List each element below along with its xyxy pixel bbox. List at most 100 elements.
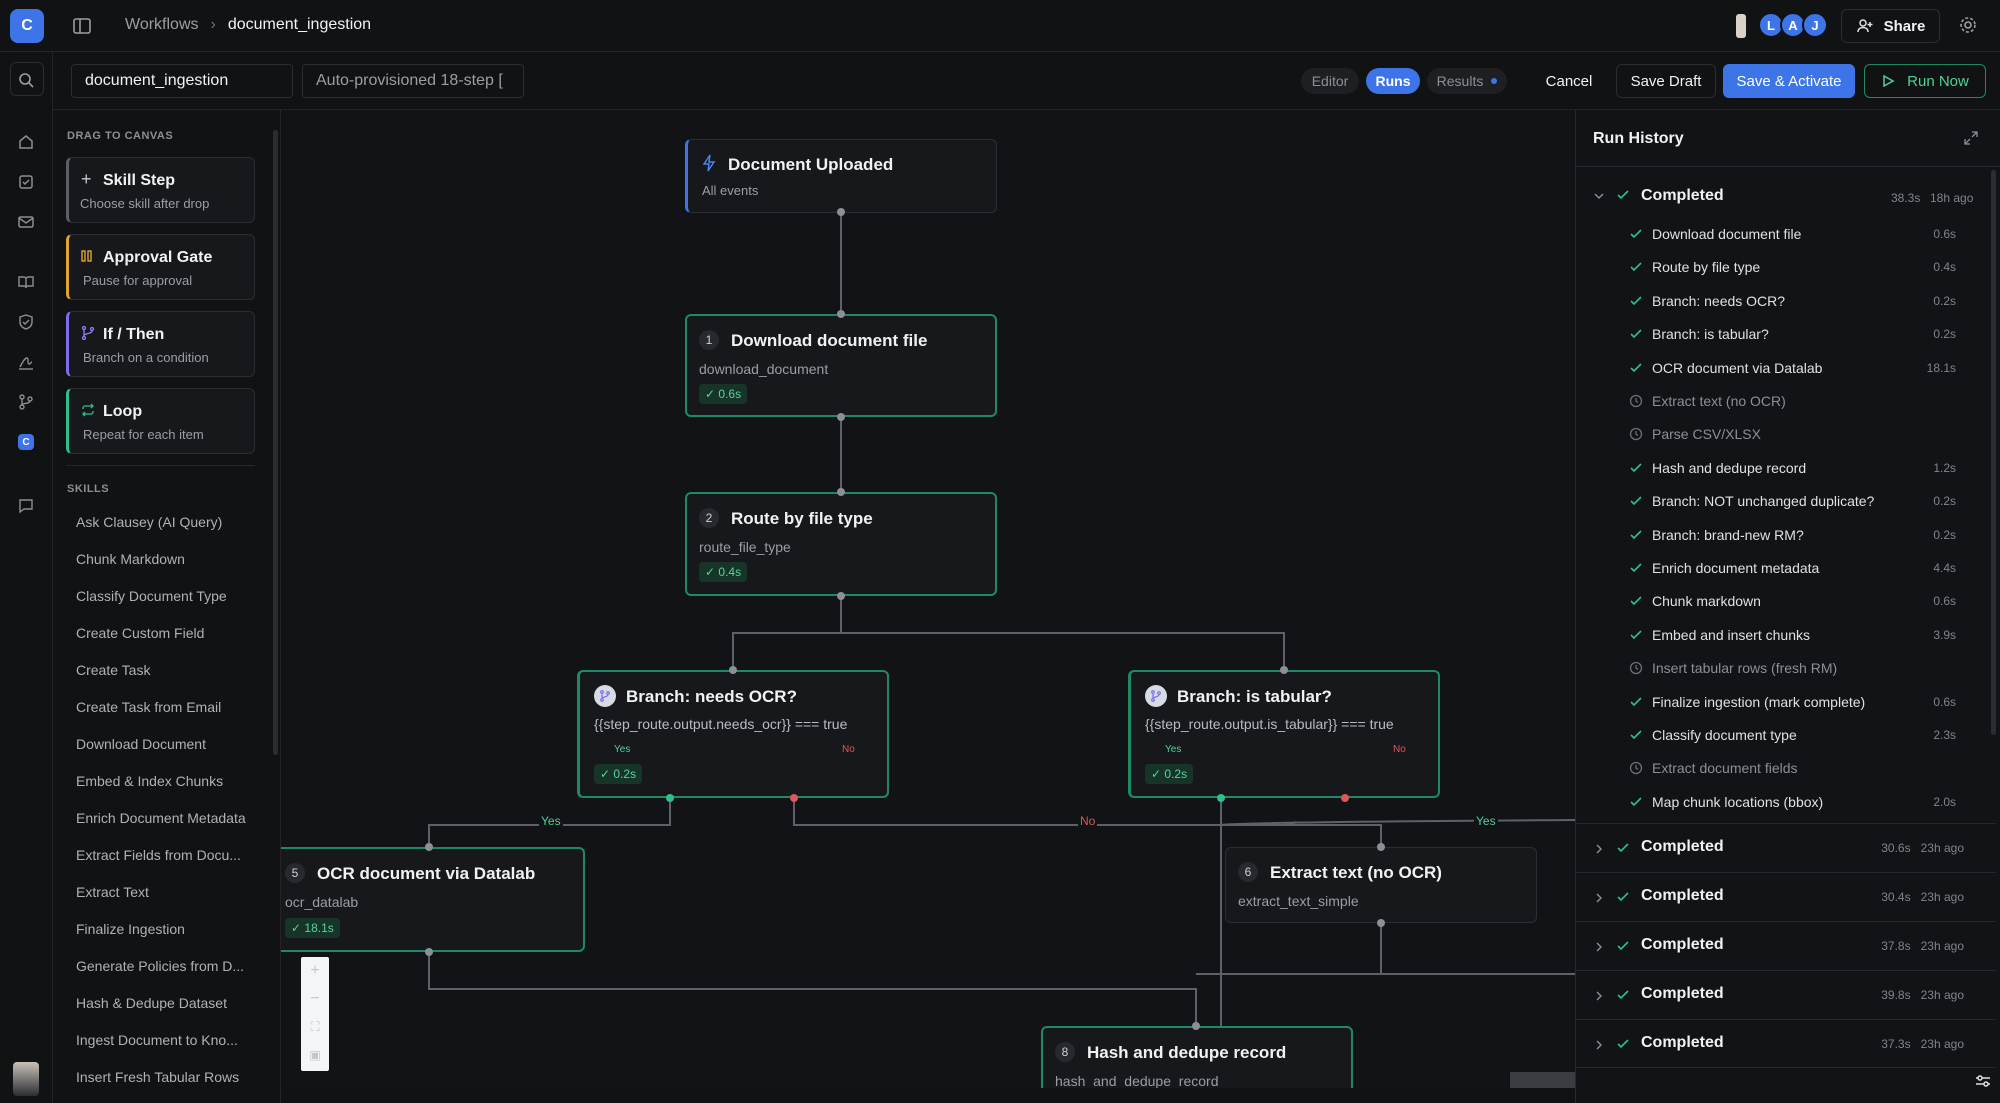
- breadcrumb-current: document_ingestion: [227, 16, 372, 33]
- mail-icon[interactable]: [14, 210, 38, 234]
- palette-if-then[interactable]: If / Then Branch on a condition: [66, 311, 255, 377]
- tasks-icon[interactable]: [14, 170, 38, 194]
- run-step-row[interactable]: Classify document type 2.3s: [1576, 719, 1996, 752]
- tab-runs[interactable]: Runs: [1366, 68, 1420, 94]
- fit-view-icon[interactable]: ⛶: [301, 1013, 329, 1041]
- workflow-description-input[interactable]: [302, 64, 524, 98]
- avatar[interactable]: J: [1802, 12, 1828, 38]
- filter-icon[interactable]: [1972, 1070, 1994, 1092]
- rail-search-box: [10, 62, 44, 96]
- skill-item[interactable]: Ingest Document to Kno...: [76, 1032, 238, 1048]
- port: [1192, 1022, 1200, 1030]
- run-step-row[interactable]: Branch: is tabular? 0.2s: [1576, 318, 1996, 351]
- skill-item[interactable]: Create Task from Email: [76, 699, 221, 715]
- check-icon: [1630, 697, 1642, 706]
- skill-item[interactable]: Generate Policies from D...: [76, 958, 244, 974]
- run-step-row[interactable]: Branch: brand-new RM? 0.2s: [1576, 519, 1996, 552]
- breadcrumb-root[interactable]: Workflows: [125, 16, 199, 34]
- run-step-row[interactable]: Enrich document metadata 4.4s: [1576, 552, 1996, 585]
- palette-skill-step[interactable]: + Skill Step Choose skill after drop: [66, 157, 255, 223]
- shield-icon[interactable]: [14, 310, 38, 334]
- port-yes: [666, 794, 674, 802]
- run-row[interactable]: Completed 37.3s 23h ago: [1576, 1019, 1996, 1068]
- run-step-row[interactable]: Route by file type 0.4s: [1576, 251, 1996, 284]
- cancel-button[interactable]: Cancel: [1533, 64, 1605, 98]
- tab-editor[interactable]: Editor: [1301, 68, 1359, 94]
- run-step-row[interactable]: OCR document via Datalab 18.1s: [1576, 352, 1996, 385]
- run-step-label: Extract text (no OCR): [1652, 393, 1786, 409]
- skill-item[interactable]: Classify Document Type: [76, 588, 227, 604]
- run-row[interactable]: Completed 30.4s 23h ago: [1576, 872, 1996, 921]
- run-row[interactable]: Completed 37.8s 23h ago: [1576, 921, 1996, 970]
- run-step-row[interactable]: Branch: NOT unchanged duplicate? 0.2s: [1576, 485, 1996, 518]
- skill-item[interactable]: Ask Clausey (AI Query): [76, 514, 222, 530]
- port: [425, 948, 433, 956]
- share-button[interactable]: Share: [1841, 9, 1940, 43]
- lock-icon[interactable]: ▣: [301, 1041, 329, 1069]
- run-row[interactable]: Completed 39.8s 23h ago: [1576, 970, 1996, 1019]
- run-step-row[interactable]: Download document file 0.6s: [1576, 218, 1996, 251]
- workflow-icon[interactable]: [14, 390, 38, 414]
- run-step-label: Embed and insert chunks: [1652, 626, 1810, 643]
- run-step-row[interactable]: Insert tabular rows (fresh RM): [1576, 652, 1996, 685]
- gear-icon[interactable]: [1958, 15, 1978, 35]
- run-ago: 23h ago: [1920, 841, 1964, 855]
- expand-icon[interactable]: [1963, 130, 1979, 146]
- palette-approval-gate[interactable]: Approval Gate Pause for approval: [66, 234, 255, 300]
- save-activate-label: Save & Activate: [1736, 72, 1842, 90]
- palette-scrollbar[interactable]: [273, 130, 278, 755]
- user-avatar-photo[interactable]: [13, 1062, 39, 1096]
- run-step-row[interactable]: Finalize ingestion (mark complete) 0.6s: [1576, 686, 1996, 719]
- workflow-canvas[interactable]: Yes No Yes Document Uploaded All events …: [281, 110, 1575, 1088]
- run-step-row[interactable]: Extract text (no OCR): [1576, 385, 1996, 418]
- zoom-out-icon[interactable]: −: [301, 985, 329, 1013]
- home-icon[interactable]: [14, 130, 38, 154]
- avatar-photo[interactable]: [1736, 14, 1746, 38]
- run-step-row[interactable]: Chunk markdown 0.6s: [1576, 585, 1996, 618]
- skill-item[interactable]: Extract Text: [76, 884, 149, 900]
- run-ago: 23h ago: [1920, 1037, 1964, 1051]
- skill-item[interactable]: Embed & Index Chunks: [76, 773, 223, 789]
- run-step-duration: 0.4s: [1933, 260, 1956, 275]
- skill-item[interactable]: Extract Fields from Docu...: [76, 847, 241, 863]
- run-step-row[interactable]: Branch: needs OCR? 0.2s: [1576, 285, 1996, 318]
- tab-results[interactable]: Results: [1427, 68, 1507, 94]
- sidebar-toggle-icon[interactable]: [72, 16, 92, 36]
- skill-item[interactable]: Finalize Ingestion: [76, 921, 185, 937]
- tab-results-label: Results: [1436, 73, 1484, 89]
- run-step-label: Enrich document metadata: [1652, 560, 1820, 576]
- save-draft-label: Save Draft: [1630, 72, 1702, 90]
- palette-loop[interactable]: Loop Repeat for each item: [66, 388, 255, 454]
- skill-item[interactable]: Hash & Dedupe Dataset: [76, 995, 227, 1011]
- check-icon: [1616, 939, 1630, 958]
- branch-icon: [81, 325, 95, 341]
- run-step-label: Finalize ingestion (mark complete): [1652, 693, 1866, 710]
- run-step-row[interactable]: Hash and dedupe record 1.2s: [1576, 452, 1996, 485]
- app-logo[interactable]: C: [10, 9, 44, 43]
- port: [1377, 919, 1385, 927]
- zoom-in-icon[interactable]: +: [301, 957, 329, 985]
- skill-item[interactable]: Insert Fresh Tabular Rows: [76, 1069, 239, 1085]
- run-step-row[interactable]: Embed and insert chunks 3.9s: [1576, 619, 1996, 652]
- skill-item[interactable]: Enrich Document Metadata: [76, 810, 246, 826]
- chevron-right-icon: [1593, 891, 1605, 909]
- run-step-row[interactable]: Map chunk locations (bbox) 2.0s: [1576, 786, 1996, 819]
- app-icon-active[interactable]: C: [18, 434, 34, 450]
- skill-item[interactable]: Create Custom Field: [76, 625, 204, 641]
- skill-item[interactable]: Chunk Markdown: [76, 551, 185, 567]
- workflow-name-input[interactable]: [71, 64, 293, 98]
- chat-icon[interactable]: [14, 494, 38, 518]
- save-draft-button[interactable]: Save Draft: [1616, 64, 1716, 98]
- run-row[interactable]: Completed 30.6s 23h ago: [1576, 823, 1996, 872]
- skill-item[interactable]: Create Task: [76, 662, 150, 678]
- book-icon[interactable]: [14, 270, 38, 294]
- run-expanded-header[interactable]: Completed 38.3s 18h ago: [1576, 175, 1996, 217]
- run-step-row[interactable]: Parse CSV/XLSX: [1576, 418, 1996, 451]
- run-now-label: Run Now: [1907, 72, 1969, 90]
- run-step-label: Hash and dedupe record: [1652, 459, 1807, 476]
- run-step-row[interactable]: Extract document fields: [1576, 752, 1996, 785]
- signature-icon[interactable]: [14, 350, 38, 374]
- run-now-button[interactable]: Run Now: [1864, 64, 1986, 98]
- save-activate-button[interactable]: Save & Activate: [1723, 64, 1855, 98]
- skill-item[interactable]: Download Document: [76, 736, 206, 752]
